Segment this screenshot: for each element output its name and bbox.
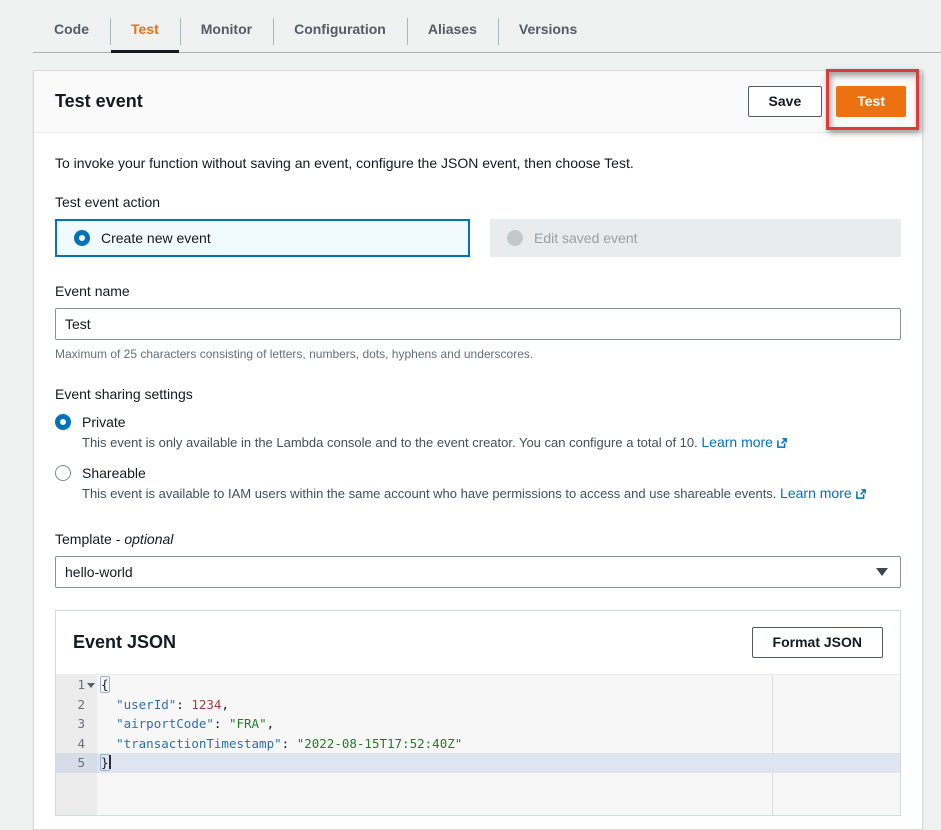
- external-link-icon: [855, 488, 867, 500]
- tab-monitor[interactable]: Monitor: [180, 12, 273, 52]
- test-event-action-group: Create new event Edit saved event: [55, 219, 901, 257]
- template-select-value: hello-world: [65, 564, 133, 580]
- private-description: This event is only available in the Lamb…: [82, 434, 901, 450]
- text-cursor: [109, 755, 111, 769]
- radio-unselected-icon[interactable]: [55, 465, 71, 481]
- event-name-constraint: Maximum of 25 characters consisting of l…: [55, 347, 901, 361]
- panel-title: Test event: [55, 91, 143, 112]
- event-name-input[interactable]: [55, 308, 901, 340]
- code-line-4: 4 "transactionTimestamp": "2022-08-15T17…: [56, 734, 900, 754]
- template-optional-label: optional: [124, 531, 173, 547]
- test-event-panel: Test event Save Test To invoke your func…: [33, 70, 923, 830]
- edit-saved-event-option[interactable]: Edit saved event: [490, 219, 901, 257]
- code-line-1: 1 {: [56, 675, 900, 695]
- save-button[interactable]: Save: [748, 86, 823, 117]
- shareable-radio-row[interactable]: Shareable: [55, 465, 901, 481]
- event-json-title: Event JSON: [73, 632, 176, 653]
- intro-text: To invoke your function without saving a…: [55, 155, 901, 171]
- radio-selected-icon[interactable]: [74, 230, 90, 246]
- private-radio-row[interactable]: Private: [55, 414, 901, 430]
- tab-aliases[interactable]: Aliases: [407, 12, 498, 52]
- fold-caret-icon[interactable]: [87, 683, 95, 688]
- event-json-panel: Event JSON Format JSON 1 { 2 "userId": 1…: [55, 610, 901, 816]
- edit-saved-event-label: Edit saved event: [534, 230, 638, 246]
- code-line-2: 2 "userId": 1234,: [56, 695, 900, 715]
- test-event-action-label: Test event action: [55, 194, 901, 210]
- radio-disabled-icon: [507, 230, 523, 246]
- template-label: Template -optional: [55, 531, 901, 547]
- event-name-label: Event name: [55, 283, 901, 299]
- gutter-line-3: 3: [56, 714, 97, 734]
- tab-versions[interactable]: Versions: [498, 12, 598, 52]
- create-new-event-label: Create new event: [101, 230, 211, 246]
- editor-empty-area: [56, 773, 900, 816]
- event-json-editor[interactable]: 1 { 2 "userId": 1234, 3 "airportCode": "…: [56, 674, 900, 815]
- gutter-line-1: 1: [56, 675, 97, 695]
- gutter-line-4: 4: [56, 734, 97, 754]
- tab-test[interactable]: Test: [110, 12, 180, 52]
- tab-configuration[interactable]: Configuration: [273, 12, 407, 52]
- create-new-event-option[interactable]: Create new event: [55, 219, 470, 257]
- private-label: Private: [82, 414, 126, 430]
- chevron-down-icon: [876, 568, 888, 576]
- private-learn-more-link[interactable]: Learn more: [701, 434, 788, 450]
- test-event-panel-header: Test event Save Test: [34, 71, 922, 133]
- external-link-icon: [776, 437, 788, 449]
- shareable-label: Shareable: [82, 465, 146, 481]
- format-json-button[interactable]: Format JSON: [752, 627, 883, 658]
- template-select[interactable]: hello-world: [55, 556, 901, 588]
- shareable-learn-more-link[interactable]: Learn more: [780, 485, 867, 501]
- test-button[interactable]: Test: [836, 86, 906, 117]
- gutter-line-5: 5: [56, 753, 97, 773]
- tab-code[interactable]: Code: [33, 12, 110, 52]
- code-line-5: 5 }: [56, 753, 900, 773]
- radio-selected-icon[interactable]: [55, 414, 71, 430]
- function-tab-bar: Code Test Monitor Configuration Aliases …: [33, 12, 941, 53]
- shareable-description: This event is available to IAM users wit…: [82, 485, 901, 501]
- code-line-3: 3 "airportCode": "FRA",: [56, 714, 900, 734]
- gutter-line-2: 2: [56, 695, 97, 715]
- event-sharing-label: Event sharing settings: [55, 386, 901, 402]
